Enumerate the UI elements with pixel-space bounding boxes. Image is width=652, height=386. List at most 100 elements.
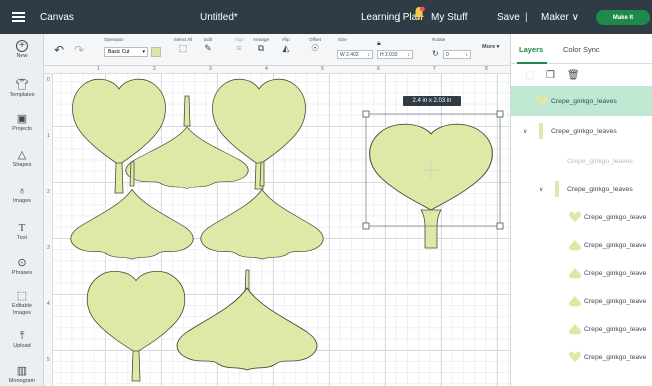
layer-thumbnail: [569, 351, 581, 362]
sidebar-item-projects[interactable]: ▣ Projects: [0, 112, 44, 132]
sidebar-item-monogram[interactable]: ▥ Monogram: [0, 364, 44, 384]
pencil-icon: ✎: [204, 43, 212, 53]
dimension-tooltip: 2.4 in x 2.03 in: [403, 96, 461, 106]
save-button[interactable]: Save: [497, 12, 520, 23]
sidebar-item-label: Upload: [13, 343, 31, 349]
layer-row[interactable]: Crepe_ginkgo_leave: [511, 342, 652, 372]
make-it-button[interactable]: Make It: [596, 10, 650, 25]
ginkgo-leaf[interactable]: [176, 269, 318, 371]
panel-tabs: Layers Color Sync: [511, 34, 652, 64]
flip-icon: ◭: [282, 43, 290, 53]
select-all-button[interactable]: Select All ⬚: [172, 37, 194, 55]
layer-name: Crepe_ginkgo_leaves: [567, 185, 633, 193]
machine-select[interactable]: Maker ∨: [541, 12, 579, 23]
layer-name: Crepe_ginkgo_leaves: [551, 97, 617, 105]
chevron-down-icon[interactable]: ∨: [539, 186, 543, 193]
layer-thumbnail: [536, 95, 548, 106]
more-button[interactable]: More ▾: [482, 44, 499, 50]
sidebar-item-templates[interactable]: 👕︎ Templates: [0, 78, 44, 98]
operation-select[interactable]: Basic Cut ▾: [104, 47, 148, 57]
undo-icon[interactable]: ↶: [54, 43, 64, 57]
height-field[interactable]: H 2.033 ↕: [377, 50, 413, 59]
sidebar-item-phrases[interactable]: ⊙ Phrases: [0, 256, 44, 276]
tab-color-sync[interactable]: Color Sync: [563, 45, 600, 54]
design-canvas[interactable]: 1 2 3 4 5 6 7 8 0 1 2 3 4 5: [44, 66, 510, 386]
sidebar-item-editable-images[interactable]: ⬚ Editable Images: [0, 289, 44, 317]
editable-images-icon: ⬚: [16, 290, 28, 302]
layer-row[interactable]: Crepe_ginkgo_leave: [511, 286, 652, 316]
arrange-icon: ⧉: [257, 43, 265, 53]
document-title[interactable]: Untitled*: [200, 12, 238, 23]
ginkgo-leaf[interactable]: [86, 270, 186, 382]
sidebar-item-images[interactable]: ♁ Images: [0, 184, 44, 204]
layer-row[interactable]: Crepe_ginkgo_leaves: [511, 86, 652, 116]
layer-thumbnail: [555, 181, 559, 197]
select-all-icon: ⬚: [178, 43, 188, 53]
layer-name: Crepe_ginkgo_leave: [584, 241, 647, 249]
operation-value: Basic Cut: [108, 49, 130, 55]
left-sidebar: + New 👕︎ Templates ▣ Projects △ Shapes ♁…: [0, 34, 44, 386]
rotate-icon: ↻: [432, 49, 439, 58]
layer-row[interactable]: Crepe_ginkgo_leave: [511, 202, 652, 232]
active-tab-indicator: [517, 62, 547, 64]
plus-circle-icon: +: [16, 40, 28, 52]
layer-thumbnail: [569, 211, 581, 222]
layer-name: Crepe_ginkgo_leave: [584, 213, 647, 221]
size-label: Size: [338, 37, 347, 42]
layer-thumbnail: [568, 296, 582, 307]
width-value: 2.402: [346, 51, 359, 58]
offset-button[interactable]: Offset ☉: [306, 37, 324, 55]
layer-name: Crepe_ginkgo_leaves: [567, 157, 633, 165]
tab-layers[interactable]: Layers: [519, 45, 543, 54]
rotate-field[interactable]: 0 ↕: [443, 50, 471, 59]
sidebar-item-label: Text: [16, 235, 28, 241]
group-icon[interactable]: ⬚: [525, 70, 534, 81]
sidebar-item-label: Editable Images: [12, 303, 32, 316]
redo-icon[interactable]: ↷: [74, 43, 84, 57]
layer-row[interactable]: Crepe_ginkgo_leave: [511, 314, 652, 344]
hamburger-menu-icon[interactable]: [0, 10, 36, 24]
chevron-down-icon[interactable]: ∨: [523, 128, 527, 135]
resize-handle[interactable]: [496, 110, 504, 118]
layer-name: Crepe_ginkgo_leaves: [551, 127, 617, 135]
layer-group-row[interactable]: ∨ Crepe_ginkgo_leaves: [511, 174, 652, 204]
notification-bell-icon[interactable]: [413, 6, 425, 20]
duplicate-icon[interactable]: ❐: [546, 70, 555, 81]
layer-name: Crepe_ginkgo_leave: [584, 269, 647, 277]
shapes-icon: △: [17, 149, 27, 161]
layers-panel: Layers Color Sync ⬚ ❐ 🗑︎ Crepe_ginkgo_le…: [510, 34, 652, 386]
sidebar-item-text[interactable]: T Text: [0, 221, 44, 241]
layer-row[interactable]: Crepe_ginkgo_leaves: [511, 146, 652, 176]
sidebar-item-label: Templates: [9, 92, 35, 98]
flip-button[interactable]: Flip ◭: [278, 37, 294, 55]
sidebar-item-label: Monogram: [8, 378, 36, 384]
layer-thumbnail: [568, 240, 582, 251]
edit-button[interactable]: Edit ✎: [199, 37, 217, 55]
my-stuff-link[interactable]: My Stuff: [431, 12, 468, 23]
color-swatch[interactable]: [151, 47, 161, 57]
separator: |: [525, 11, 528, 23]
sidebar-item-upload[interactable]: ⤒ Upload: [0, 329, 44, 349]
app-title: Canvas: [40, 11, 74, 23]
stepper-icon: ↕: [465, 51, 469, 58]
arrange-button[interactable]: Arrange ⧉: [250, 37, 272, 55]
operation-label: Operation: [104, 37, 124, 42]
layer-group-row[interactable]: ∨ Crepe_ginkgo_leaves: [511, 116, 652, 146]
layer-row[interactable]: Crepe_ginkgo_leave: [511, 230, 652, 260]
resize-handle[interactable]: [362, 222, 370, 230]
delete-icon[interactable]: 🗑︎: [567, 70, 580, 81]
chevron-down-icon: ∨: [571, 11, 579, 23]
bulb-icon: ♁: [17, 185, 27, 197]
selected-ginkgo-leaf[interactable]: [368, 123, 494, 249]
resize-handle[interactable]: [496, 222, 504, 230]
resize-handle[interactable]: [362, 110, 370, 118]
machine-label: Maker: [541, 11, 569, 23]
sidebar-item-shapes[interactable]: △ Shapes: [0, 148, 44, 168]
caret-down-icon: ▾: [142, 49, 145, 55]
align-button[interactable]: Align ≡: [230, 37, 248, 55]
sidebar-item-new[interactable]: + New: [0, 40, 44, 59]
lock-icon[interactable]: 🔒︎: [377, 40, 381, 48]
layer-row[interactable]: Crepe_ginkgo_leave: [511, 258, 652, 288]
width-field[interactable]: W 2.402 ↕: [337, 50, 373, 59]
layer-thumbnail: [568, 324, 582, 335]
